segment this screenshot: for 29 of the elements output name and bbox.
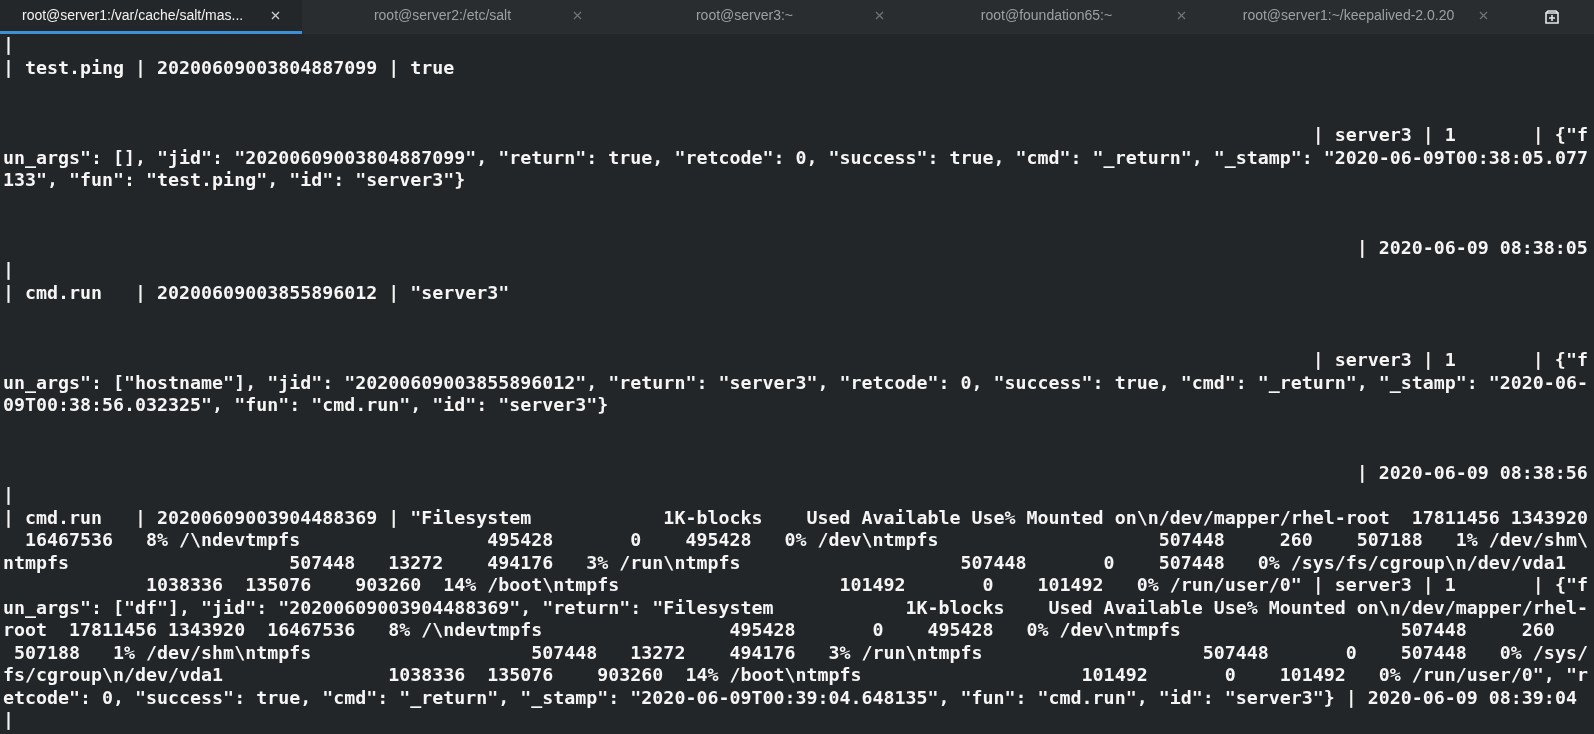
terminal-line: 507188 1% /dev/shm\ntmpfs 507448 13272 494176 3% /run\ntmpfs 507448 0 507448 0% /sys/ bbox=[13, 641, 1588, 664]
terminal-line: | bbox=[3, 484, 14, 507]
terminal-line: | 2020-06-09 08:38:56 bbox=[1356, 461, 1588, 484]
terminal-line: | server3 | 1 | {"f bbox=[1312, 124, 1588, 147]
terminal-tab[interactable]: root@server3:~ bbox=[604, 0, 906, 34]
new-tab-icon[interactable] bbox=[1544, 9, 1560, 25]
terminal-line: root 17811456 1343920 16467536 8% /\ndevtmpfs 495428 0 495428 0% /dev\ntmpfs 507448 260 bbox=[3, 619, 1555, 642]
terminal-line: | bbox=[3, 259, 14, 282]
terminal-line: | bbox=[3, 709, 14, 732]
terminal-tab[interactable]: root@server1:/var/cache/salt/mas... bbox=[0, 0, 302, 34]
terminal-line: 09T00:38:56.032325", "fun": "cmd.run", "id": "server3"} bbox=[3, 394, 609, 417]
terminal-tab[interactable]: root@foundation65:~ bbox=[906, 0, 1208, 34]
terminal-line: ntmpfs 507448 13272 494176 3% /run\ntmpfs 507448 0 507448 0% /sys/fs/cgroup\n/dev/vda1 bbox=[3, 551, 1566, 574]
terminal-line: | cmd.run | 20200609003904488369 | "Filesystem 1K-blocks Used Available Use% Mounted on\n/dev/mapper/rhel-root 17811456 1343920 bbox=[3, 506, 1588, 529]
terminal-line: | server3 | 1 | {"f bbox=[1312, 349, 1588, 372]
terminal-line: fs/cgroup\n/dev/vda1 1038336 135076 903260 14% /boot\ntmpfs 101492 0 101492 0% /run/user/0", "r bbox=[3, 664, 1588, 687]
terminal-line: un_args": ["hostname"], "jid": "20200609003855896012", "return": "server3", "retcode": 0, "success": true, "cmd": "_return", "_stamp": "2020-06- bbox=[3, 371, 1588, 394]
terminal-tab[interactable]: root@server1:~/keepalived-2.0.20 bbox=[1208, 0, 1510, 34]
terminal-line: 1038336 135076 903260 14% /boot\ntmpfs 101492 0 101492 0% /run/user/0" | server3 | 1 | {"f bbox=[145, 574, 1588, 597]
terminal-line: | test.ping | 20200609003804887099 | true bbox=[3, 56, 455, 79]
terminal-line: | cmd.run | 20200609003855896012 | "server3" bbox=[3, 281, 510, 304]
terminal-line: un_args": [], "jid": "20200609003804887099", "return": true, "retcode": 0, "success": true, "cmd": "_return", "_stamp": "2020-06-09T00:38:05.077 bbox=[3, 146, 1588, 169]
terminal-line: 16467536 8% /\ndevtmpfs 495428 0 495428 0% /dev\ntmpfs 507448 260 507188 1% /dev/shm\ bbox=[24, 529, 1588, 552]
terminal-line: 133", "fun": "test.ping", "id": "server3"} bbox=[3, 169, 466, 192]
terminal-line: | 2020-06-09 08:38:05 bbox=[1356, 236, 1588, 259]
terminal-line: etcode": 0, "success": true, "cmd": "_return", "_stamp": "2020-06-09T00:39:04.648135", "fun": "cmd.run", "id": "server3"} | 2020-06-09 08:39:04 bbox=[3, 686, 1577, 709]
terminal-line: | bbox=[3, 34, 14, 57]
terminal-line: un_args": ["df"], "jid": "20200609003904488369", "return": "Filesystem 1K-blocks Used Available Use% Mounted on\n/dev/mapper/rhel- bbox=[3, 596, 1588, 619]
terminal-tab[interactable]: root@server2:/etc/salt bbox=[302, 0, 604, 34]
